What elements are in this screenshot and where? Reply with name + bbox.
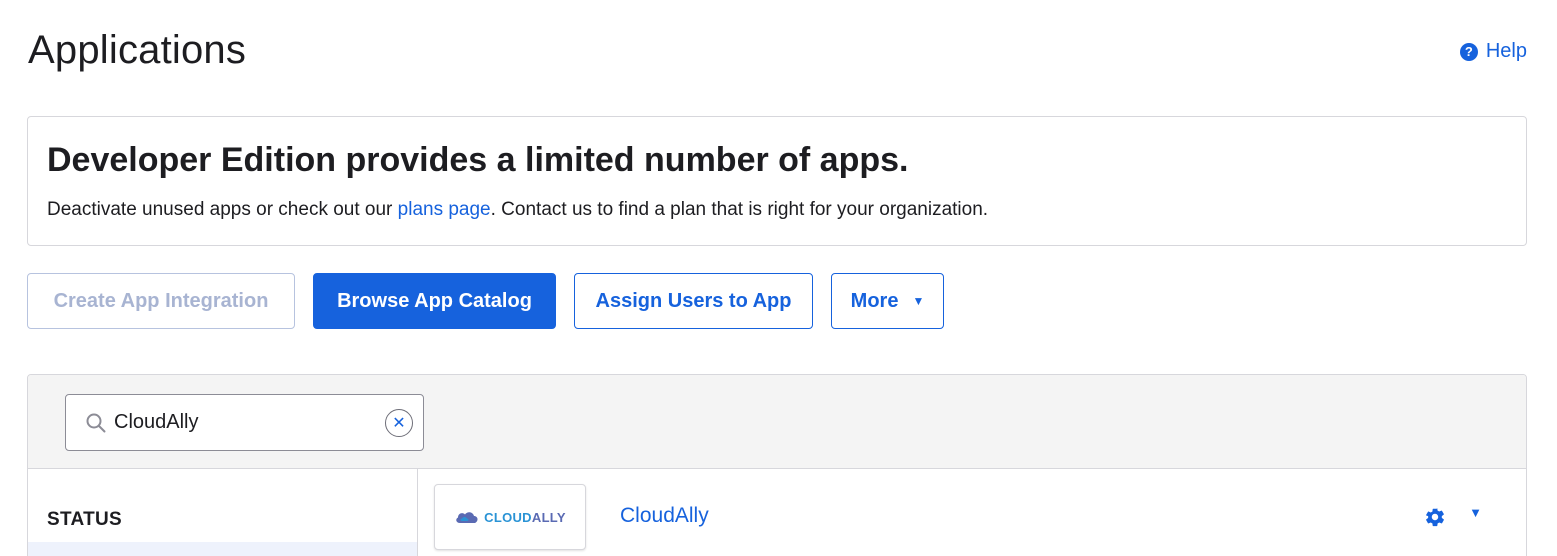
app-name-link[interactable]: CloudAlly	[620, 504, 709, 528]
app-logo-text: CLOUDALLY	[484, 510, 566, 525]
create-app-integration-button[interactable]: Create App Integration	[27, 273, 295, 329]
chevron-down-icon[interactable]: ▼	[1469, 505, 1482, 520]
banner-text: Deactivate unused apps or check out our …	[47, 199, 988, 221]
banner-text-before: Deactivate unused apps or check out our	[47, 199, 398, 220]
app-logo[interactable]: CLOUDALLY	[434, 484, 586, 550]
more-dropdown-button[interactable]: More ▼	[831, 273, 944, 329]
more-label: More	[850, 289, 899, 312]
app-row: CLOUDALLY CloudAlly ▼	[419, 469, 1526, 556]
logo-text-cloud: CLOUD	[484, 509, 532, 525]
page-title: Applications	[28, 28, 247, 72]
assign-users-to-app-button[interactable]: Assign Users to App	[574, 273, 813, 329]
help-label: Help	[1485, 40, 1527, 62]
help-link[interactable]: ? Help	[1459, 40, 1527, 63]
search-bar-area: CloudAlly ✕	[28, 375, 1526, 469]
chevron-down-icon: ▼	[912, 294, 925, 308]
banner-title: Developer Edition provides a limited num…	[47, 141, 909, 179]
filter-item-active[interactable]	[28, 542, 417, 556]
search-value: CloudAlly	[114, 411, 199, 433]
plans-page-link[interactable]: plans page	[398, 199, 491, 220]
browse-app-catalog-button[interactable]: Browse App Catalog	[313, 273, 556, 329]
search-icon	[86, 413, 106, 433]
search-input[interactable]: CloudAlly ✕	[65, 394, 424, 451]
status-filter-heading: STATUS	[47, 509, 122, 530]
help-icon: ?	[1459, 42, 1478, 61]
clear-icon[interactable]: ✕	[385, 409, 413, 437]
apps-panel: CloudAlly ✕ STATUS CLOUDALLY CloudAlly ▼	[27, 374, 1527, 556]
gear-icon[interactable]	[1424, 506, 1446, 528]
cloud-icon	[456, 512, 478, 523]
developer-edition-banner: Developer Edition provides a limited num…	[27, 116, 1527, 246]
banner-text-after: . Contact us to find a plan that is righ…	[490, 199, 989, 220]
filter-sidebar: STATUS	[28, 469, 418, 556]
page: Applications ? Help Developer Edition pr…	[0, 0, 1557, 556]
logo-text-ally: ALLY	[531, 509, 566, 525]
